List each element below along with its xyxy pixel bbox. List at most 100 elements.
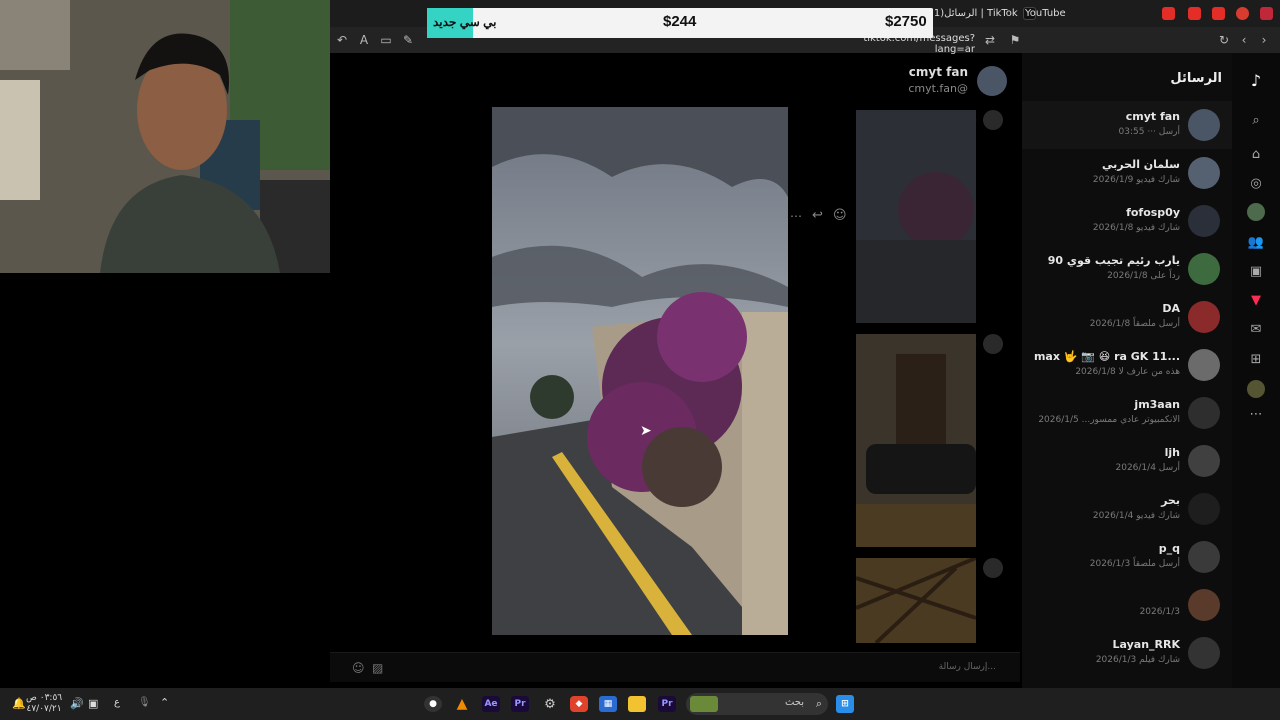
message-composer[interactable]: ☺ ▨ إرسال رسالة... xyxy=(330,652,1020,682)
youtube-icon[interactable] xyxy=(1188,7,1201,20)
conversation-item[interactable]: ljh أرسل 2026/1/4 xyxy=(1022,437,1232,485)
flower-wall-image xyxy=(492,107,788,635)
webcam-feed-image xyxy=(0,0,330,273)
youtube-icon[interactable] xyxy=(1212,7,1225,20)
live-icon[interactable]: ▣ xyxy=(1247,262,1265,280)
reload-icon[interactable]: ↻ xyxy=(1216,32,1232,48)
image-attach-icon[interactable]: ▨ xyxy=(372,661,383,675)
notification-bell-icon[interactable]: 🔔 xyxy=(12,697,26,710)
clock-date: ٤٧/٠٧/٢١ xyxy=(26,704,62,714)
conversation-item[interactable]: p_q أرسل ملصقاً 2026/1/3 xyxy=(1022,533,1232,581)
after-effects-icon[interactable]: Ae xyxy=(482,696,500,712)
account-avatar-icon[interactable] xyxy=(1247,380,1265,398)
brave-icon[interactable] xyxy=(1236,7,1249,20)
avatar xyxy=(1188,349,1220,381)
conversation-preview: الانكمبيوتر عادي ممسور... 2026/1/5 xyxy=(1038,415,1180,425)
language-indicator[interactable]: ع xyxy=(114,697,120,708)
conversation-item[interactable]: سلمان الحربي شارك فيديو 2026/1/9 xyxy=(1022,149,1232,197)
video-message-thumb[interactable] xyxy=(856,334,976,547)
windows-start-icon[interactable]: ⊞ xyxy=(836,695,854,713)
chat-avatar[interactable] xyxy=(977,66,1007,96)
conversation-name: ljh xyxy=(1164,446,1180,459)
conversation-item[interactable]: Layan_RRK شارك فيلم 2026/1/3 xyxy=(1022,629,1232,677)
following-icon[interactable]: 👥 xyxy=(1247,233,1265,251)
network-icon[interactable]: ▣ xyxy=(88,697,98,710)
taskbar-search[interactable]: بحث ⌕ xyxy=(686,693,828,715)
brave-browser-icon[interactable]: ◆ xyxy=(570,696,588,712)
conversation-preview: شارك فيديو 2026/1/4 xyxy=(1092,511,1180,521)
bookmark-icon[interactable]: ⚑ xyxy=(1007,32,1023,48)
conversation-preview: أرسل ملصقاً 2026/1/8 xyxy=(1089,319,1180,329)
tiktok-logo-icon[interactable]: ♪ xyxy=(1247,71,1265,90)
conversation-item[interactable]: fofosp0y شارك فيديو 2026/1/8 xyxy=(1022,197,1232,245)
conversation-name: fofosp0y xyxy=(1126,206,1180,219)
conversation-item[interactable]: DA أرسل ملصقاً 2026/1/8 xyxy=(1022,293,1232,341)
emoji-icon[interactable]: ☺ xyxy=(352,661,365,675)
search-icon: ⌕ xyxy=(815,697,822,710)
file-explorer-icon[interactable] xyxy=(628,696,646,712)
upload-icon[interactable]: ⊞ xyxy=(1247,350,1265,368)
avatar xyxy=(1188,493,1220,525)
message-avatar xyxy=(983,558,1003,578)
avatar xyxy=(1188,205,1220,237)
tab-youtube[interactable]: YouTube xyxy=(1025,4,1066,23)
tray-chevron-up-icon[interactable]: ⌃ xyxy=(160,696,169,709)
tab-label: YouTube xyxy=(1025,8,1066,19)
conversation-preview: أرسل ملصقاً 2026/1/3 xyxy=(1089,559,1180,569)
youtube-icon[interactable] xyxy=(1162,7,1175,20)
price-banner: بي سي جديد $244 $2750 xyxy=(427,8,933,38)
premiere-icon[interactable]: Pr xyxy=(658,696,676,712)
pinned-tab-icon[interactable] xyxy=(1260,7,1273,20)
site-settings-icon[interactable]: ⇄ xyxy=(982,32,998,48)
pen-icon[interactable]: ✎ xyxy=(400,32,416,48)
forward-icon[interactable]: › xyxy=(1256,32,1272,48)
conversation-preview: 2026/1/3 xyxy=(1139,607,1180,617)
more-actions-icon[interactable]: ⋯ xyxy=(790,209,802,223)
webcam-overlay xyxy=(0,0,330,273)
tab-label: (1)الرسائل | TikTok xyxy=(930,8,1018,19)
conversation-item[interactable]: بحر شارك فيديو 2026/1/4 xyxy=(1022,485,1232,533)
back-icon[interactable]: ‹ xyxy=(1236,32,1252,48)
video-thumb-image xyxy=(856,334,976,547)
vlc-icon[interactable]: ▲ xyxy=(453,696,471,712)
video-message-thumb[interactable] xyxy=(856,558,976,643)
conversation-item[interactable]: 2026/1/3 xyxy=(1022,581,1232,629)
messages-icon[interactable]: ✉ xyxy=(1247,320,1265,338)
activity-icon[interactable]: ▼ xyxy=(1247,291,1265,309)
conversation-preview: 2026/1/8 هذه من عارف لا xyxy=(1075,367,1180,377)
expanded-video-thumbnail[interactable]: ➤ xyxy=(492,107,788,635)
home-icon[interactable]: ⌂ xyxy=(1247,145,1265,163)
conversation-item[interactable]: jm3aan الانكمبيوتر عادي ممسور... 2026/1/5 xyxy=(1022,389,1232,437)
video-thumb-image xyxy=(856,558,976,643)
translate-icon[interactable]: A xyxy=(356,32,372,48)
microphone-icon[interactable]: 🎙 xyxy=(138,697,151,708)
video-message-thumb[interactable] xyxy=(856,110,976,323)
conversation-item[interactable]: يارب رئيم تجيب قوي 90 رداً على 2026/1/8 xyxy=(1022,245,1232,293)
profile-avatar-icon[interactable] xyxy=(1247,203,1265,221)
volume-icon[interactable]: 🔊 xyxy=(70,697,84,710)
tab-tiktok-messages[interactable]: (1)الرسائل | TikTok xyxy=(930,4,1036,23)
banner-price-left: $244 xyxy=(663,13,697,30)
reply-icon[interactable]: ↩ xyxy=(812,208,823,223)
microsoft-store-icon[interactable]: ▦ xyxy=(599,696,617,712)
avatar xyxy=(1188,541,1220,573)
more-icon[interactable]: ⋯ xyxy=(1247,405,1265,423)
premiere-icon[interactable]: Pr xyxy=(511,696,529,712)
chat-contact-handle: cmyt.fan@ xyxy=(908,82,968,95)
system-clock[interactable]: ٠٣:٥٦ ص ٤٧/٠٧/٢١ xyxy=(26,693,62,715)
explore-icon[interactable]: ◎ xyxy=(1247,174,1265,192)
emoji-react-icon[interactable]: ☺ xyxy=(833,208,847,223)
conversation-item[interactable]: max 🤟 📷 😆 ra GK 11... 2026/1/8 هذه من عار… xyxy=(1022,341,1232,389)
conversation-preview: شارك فيديو 2026/1/8 xyxy=(1092,223,1180,233)
chatgpt-icon[interactable]: ⚙ xyxy=(541,696,559,712)
undo-icon[interactable]: ↶ xyxy=(334,32,350,48)
avatar xyxy=(1188,397,1220,429)
search-icon[interactable]: ⌕ xyxy=(1247,111,1265,129)
conversation-item[interactable]: cmyt fan أرسل ··· 03:55 xyxy=(1022,101,1232,149)
conversation-name: بحر xyxy=(1161,494,1180,507)
conversation-name: cmyt fan xyxy=(1125,110,1180,123)
obs-icon[interactable]: ● xyxy=(424,696,442,712)
screen-icon[interactable]: ▭ xyxy=(378,32,394,48)
conversation-name: Layan_RRK xyxy=(1112,638,1180,651)
chat-contact-name[interactable]: cmyt fan xyxy=(909,65,968,79)
